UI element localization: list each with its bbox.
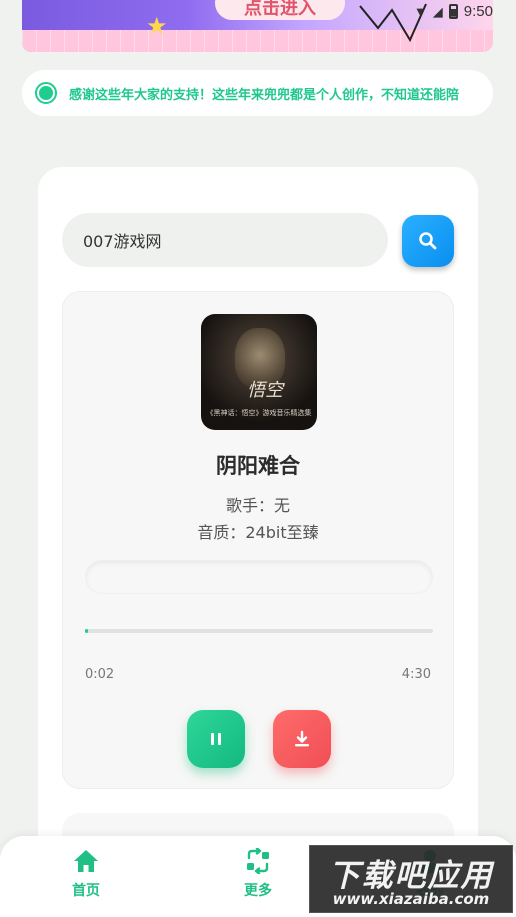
more-icon: [247, 848, 269, 874]
notice-text: 感谢这些年大家的支持！这些年来兜兜都是个人创作，不知道还能陪: [69, 87, 460, 103]
song-quality: 音质：24bit至臻: [197, 523, 319, 542]
pause-icon: [211, 733, 221, 745]
download-button[interactable]: [273, 710, 331, 768]
notice-dot-icon: [35, 82, 57, 104]
watermark-title: 下载吧应用: [328, 858, 494, 894]
nav-more-label: 更多: [244, 883, 272, 899]
home-icon: [74, 850, 98, 872]
nav-home[interactable]: 首页: [56, 848, 116, 900]
song-singer: 歌手：无: [225, 496, 290, 515]
cover-script: 悟空: [247, 380, 283, 401]
progress-fill: [85, 629, 88, 633]
nav-home-label: 首页: [72, 883, 100, 899]
nav-more[interactable]: 更多: [228, 848, 288, 900]
status-time: 9:50: [463, 3, 493, 20]
battery-icon: [448, 4, 458, 19]
star-icon: ★: [146, 12, 168, 40]
notice-bar[interactable]: 感谢这些年大家的支持！这些年来兜兜都是个人创作，不知道还能陪: [22, 70, 493, 116]
banner-enter-button[interactable]: 点击进入: [215, 0, 345, 20]
download-icon: [295, 730, 309, 747]
pause-button[interactable]: [187, 710, 245, 768]
signal-icon: ◢: [432, 3, 443, 19]
song-title: 阴阳难合: [216, 454, 300, 478]
main-card: 悟空 《黑神话：悟空》游戏音乐精选集 阴阳难合 歌手：无 音质：24bit至臻 …: [38, 167, 478, 917]
total-time: 4:30: [401, 667, 431, 682]
cover-caption: 《黑神话：悟空》游戏音乐精选集: [206, 409, 312, 417]
current-time: 0:02: [85, 667, 115, 682]
music-player: 悟空 《黑神话：悟空》游戏音乐精选集 阴阳难合 歌手：无 音质：24bit至臻 …: [62, 291, 454, 789]
wifi-icon: ▼: [413, 4, 427, 19]
status-bar: ▼ ◢ 9:50: [414, 3, 493, 20]
top-banner[interactable]: 点击进入 ★ ▼ ◢ 9:50: [22, 0, 493, 52]
watermark-url: www.xiazaiba.com: [332, 890, 490, 908]
progress-bar[interactable]: [85, 629, 433, 633]
album-cover: 悟空 《黑神话：悟空》游戏音乐精选集: [201, 314, 317, 430]
lyric-display: [85, 560, 433, 594]
search-icon: [419, 232, 437, 250]
watermark-logo: 下载吧应用 www.xiazaiba.com: [309, 845, 513, 913]
search-input[interactable]: [62, 213, 388, 267]
search-button[interactable]: [402, 215, 454, 267]
